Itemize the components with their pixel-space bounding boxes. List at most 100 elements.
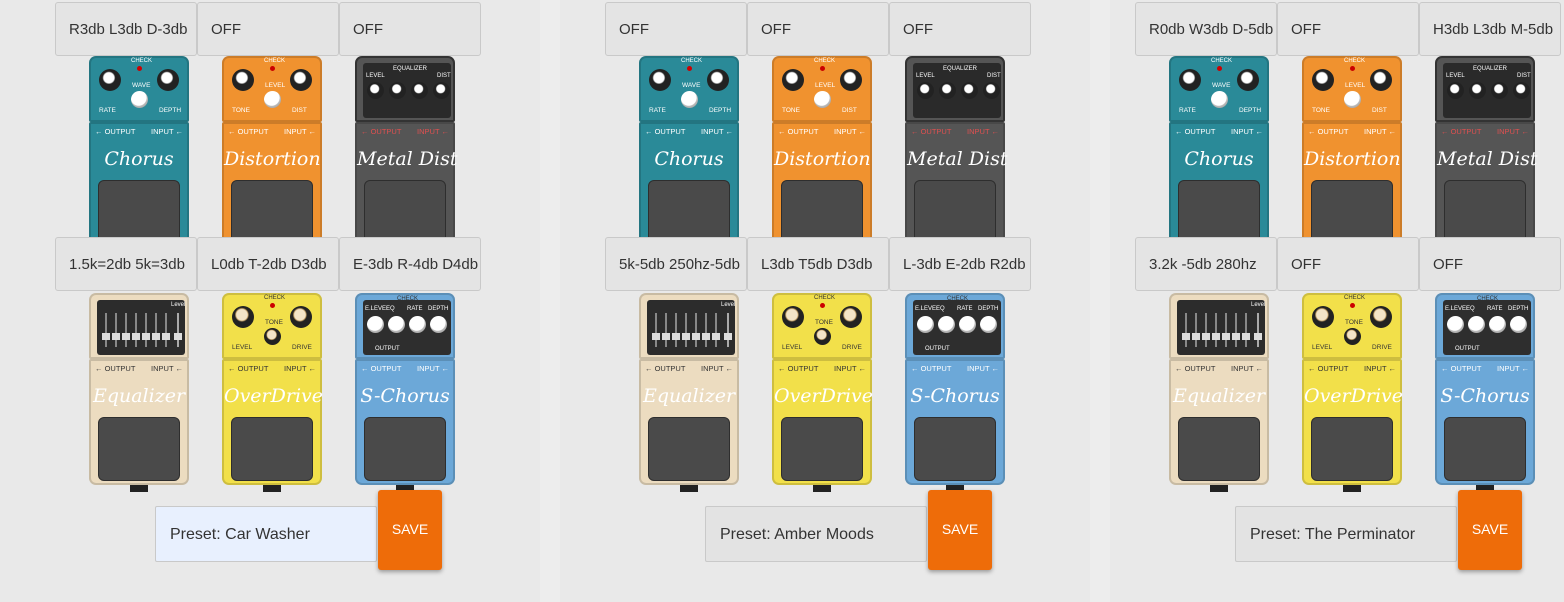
equalizer-pedal[interactable]: Level ← OUTPUT INPUT ← Equalizer bbox=[89, 293, 189, 492]
overdrive-footswitch[interactable] bbox=[1311, 417, 1393, 481]
eq-slider[interactable] bbox=[662, 313, 670, 347]
overdrive-footswitch[interactable] bbox=[231, 417, 313, 481]
pedal-settings-field[interactable]: OFF bbox=[1419, 237, 1561, 291]
pedal-settings-field[interactable]: 3.2k -5db 280hz bbox=[1135, 237, 1277, 291]
metal-pedal[interactable]: LEVEL DIST EQUALIZER ← OUTPUT INPUT ← Metal D… bbox=[905, 56, 1007, 255]
schorus-knob[interactable] bbox=[1468, 316, 1485, 333]
overdrive-knob-left[interactable] bbox=[782, 306, 804, 328]
overdrive-pedal[interactable]: CHECK LEVEL DRIVE TONE ← OUTPUT INPUT ← OverDr… bbox=[772, 293, 873, 492]
eq-slider[interactable] bbox=[132, 313, 140, 347]
eq-slider[interactable] bbox=[1232, 313, 1240, 347]
pedal-settings-field[interactable]: OFF bbox=[197, 2, 339, 56]
overdrive-knob-right[interactable] bbox=[290, 306, 312, 328]
distortion-knob-left[interactable] bbox=[782, 69, 804, 91]
eq-slider[interactable] bbox=[702, 313, 710, 347]
distortion-knob-right[interactable] bbox=[290, 69, 312, 91]
eq-level-slider[interactable] bbox=[1254, 313, 1262, 347]
schorus-knob[interactable] bbox=[388, 316, 405, 333]
metal-knob[interactable] bbox=[1491, 82, 1508, 99]
pedal-settings-field[interactable]: 1.5k=2db 5k=3db bbox=[55, 237, 197, 291]
metal-pedal[interactable]: LEVEL DIST EQUALIZER ← OUTPUT INPUT ← Metal D… bbox=[355, 56, 457, 255]
eq-slider[interactable] bbox=[112, 313, 120, 347]
pedal-settings-field[interactable]: OFF bbox=[1277, 2, 1419, 56]
metal-knob[interactable] bbox=[1447, 82, 1464, 99]
pedal-settings-field[interactable]: OFF bbox=[339, 2, 481, 56]
pedal-settings-field[interactable]: L3db T5db D3db bbox=[747, 237, 889, 291]
metal-knob[interactable] bbox=[411, 82, 428, 99]
distortion-knob-mid[interactable] bbox=[1344, 91, 1361, 108]
save-button[interactable]: SAVE bbox=[378, 490, 442, 570]
distortion-pedal[interactable]: CHECK TONE DIST LEVEL ← OUTPUT INPUT ← Distort… bbox=[1302, 56, 1402, 255]
chorus-footswitch[interactable] bbox=[1178, 180, 1260, 244]
chorus-knob-right[interactable] bbox=[1237, 69, 1259, 91]
schorus-pedal[interactable]: E.LEVEL EQ RATE DEPTH OUTPUT CHECK ← OUTPUT INP… bbox=[905, 293, 1005, 492]
equalizer-footswitch[interactable] bbox=[1178, 417, 1260, 481]
pedal-settings-field[interactable]: 5k-5db 250hz-5db bbox=[605, 237, 747, 291]
pedal-settings-field[interactable]: OFF bbox=[747, 2, 889, 56]
chorus-knob-mid[interactable] bbox=[131, 91, 148, 108]
chorus-knob-left[interactable] bbox=[1179, 69, 1201, 91]
eq-level-slider[interactable] bbox=[724, 313, 732, 347]
schorus-pedal[interactable]: E.LEVEL EQ RATE DEPTH OUTPUT CHECK ← OUTPUT INP… bbox=[355, 293, 455, 492]
metal-footswitch[interactable] bbox=[914, 180, 996, 244]
overdrive-knob-left[interactable] bbox=[232, 306, 254, 328]
schorus-pedal[interactable]: E.LEVEL EQ RATE DEPTH OUTPUT CHECK ← OUTPUT INP… bbox=[1435, 293, 1535, 492]
overdrive-knob-left[interactable] bbox=[1312, 306, 1334, 328]
eq-slider[interactable] bbox=[152, 313, 160, 347]
chorus-knob-mid[interactable] bbox=[681, 91, 698, 108]
equalizer-pedal[interactable]: Level ← OUTPUT INPUT ← Equalizer bbox=[639, 293, 739, 492]
schorus-knob[interactable] bbox=[980, 316, 997, 333]
chorus-pedal[interactable]: CHECK RATE DEPTH WAVE ← OUTPUT INPUT ← Chorus bbox=[1169, 56, 1269, 255]
eq-slider[interactable] bbox=[672, 313, 680, 347]
distortion-knob-mid[interactable] bbox=[814, 91, 831, 108]
eq-slider[interactable] bbox=[142, 313, 150, 347]
eq-slider[interactable] bbox=[1212, 313, 1220, 347]
distortion-footswitch[interactable] bbox=[1311, 180, 1393, 244]
chorus-knob-mid[interactable] bbox=[1211, 91, 1228, 108]
equalizer-pedal[interactable]: Level ← OUTPUT INPUT ← Equalizer bbox=[1169, 293, 1269, 492]
chorus-footswitch[interactable] bbox=[648, 180, 730, 244]
pedal-settings-field[interactable]: E-3db R-4db D4db bbox=[339, 237, 481, 291]
eq-slider[interactable] bbox=[162, 313, 170, 347]
chorus-pedal[interactable]: CHECK RATE DEPTH WAVE ← OUTPUT INPUT ← Chorus bbox=[639, 56, 739, 255]
metal-pedal[interactable]: LEVEL DIST EQUALIZER ← OUTPUT INPUT ← Metal D… bbox=[1435, 56, 1537, 255]
eq-slider[interactable] bbox=[1192, 313, 1200, 347]
distortion-pedal[interactable]: CHECK TONE DIST LEVEL ← OUTPUT INPUT ← Distort… bbox=[222, 56, 322, 255]
eq-slider[interactable] bbox=[682, 313, 690, 347]
overdrive-knob-right[interactable] bbox=[840, 306, 862, 328]
chorus-knob-left[interactable] bbox=[649, 69, 671, 91]
save-button[interactable]: SAVE bbox=[928, 490, 992, 570]
eq-slider[interactable] bbox=[1222, 313, 1230, 347]
metal-footswitch[interactable] bbox=[1444, 180, 1526, 244]
distortion-footswitch[interactable] bbox=[781, 180, 863, 244]
overdrive-knob-right[interactable] bbox=[1370, 306, 1392, 328]
eq-slider[interactable] bbox=[712, 313, 720, 347]
metal-knob[interactable] bbox=[939, 82, 956, 99]
overdrive-pedal[interactable]: CHECK LEVEL DRIVE TONE ← OUTPUT INPUT ← OverDr… bbox=[1302, 293, 1403, 492]
distortion-pedal[interactable]: CHECK TONE DIST LEVEL ← OUTPUT INPUT ← Distort… bbox=[772, 56, 872, 255]
schorus-knob[interactable] bbox=[430, 316, 447, 333]
metal-knob[interactable] bbox=[961, 82, 978, 99]
metal-knob[interactable] bbox=[917, 82, 934, 99]
eq-slider[interactable] bbox=[122, 313, 130, 347]
eq-slider[interactable] bbox=[1242, 313, 1250, 347]
chorus-knob-left[interactable] bbox=[99, 69, 121, 91]
distortion-knob-right[interactable] bbox=[1370, 69, 1392, 91]
schorus-knob[interactable] bbox=[409, 316, 426, 333]
schorus-footswitch[interactable] bbox=[364, 417, 446, 481]
pedal-settings-field[interactable]: H3db L3db M-5db bbox=[1419, 2, 1561, 56]
metal-knob[interactable] bbox=[433, 82, 450, 99]
schorus-knob[interactable] bbox=[1489, 316, 1506, 333]
preset-name-input[interactable]: Preset: The Perminator bbox=[1235, 506, 1457, 562]
schorus-footswitch[interactable] bbox=[1444, 417, 1526, 481]
metal-knob[interactable] bbox=[1469, 82, 1486, 99]
schorus-knob[interactable] bbox=[938, 316, 955, 333]
pedal-settings-field[interactable]: OFF bbox=[605, 2, 747, 56]
eq-level-slider[interactable] bbox=[174, 313, 182, 347]
schorus-knob[interactable] bbox=[1447, 316, 1464, 333]
distortion-knob-left[interactable] bbox=[232, 69, 254, 91]
pedal-settings-field[interactable]: L0db T-2db D3db bbox=[197, 237, 339, 291]
eq-slider[interactable] bbox=[652, 313, 660, 347]
metal-knob[interactable] bbox=[367, 82, 384, 99]
overdrive-knob-mid[interactable] bbox=[264, 328, 281, 345]
